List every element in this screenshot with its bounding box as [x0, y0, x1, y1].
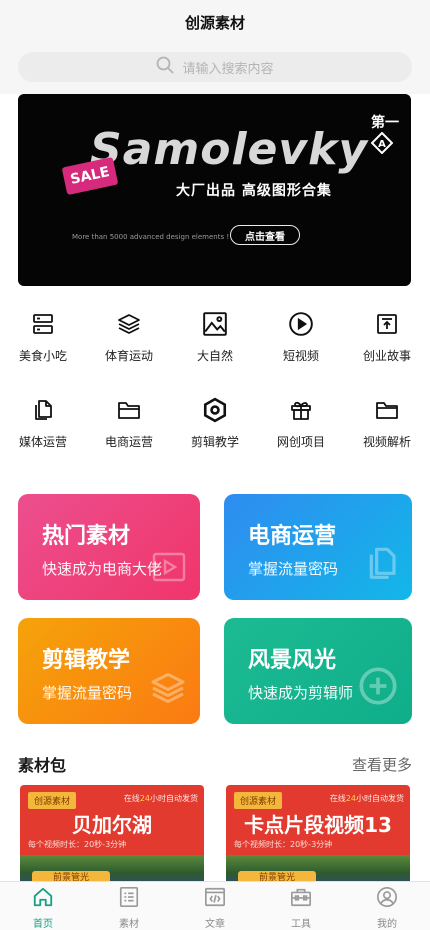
layers-icon: [150, 670, 186, 710]
pack-tag: 创源素材: [234, 792, 283, 809]
category-label: 大自然: [196, 349, 233, 363]
page-title: 创源素材: [184, 13, 245, 32]
category-label: 短视频: [282, 349, 319, 363]
online-prefix: 在线: [123, 794, 140, 803]
tab-label: 首页: [33, 919, 53, 930]
category-label: 体育运动: [104, 349, 153, 363]
pack-online: 在线24小时自动发货: [124, 793, 198, 804]
view-more-link[interactable]: 查看更多: [352, 754, 412, 775]
pack-card[interactable]: 创源素材 在线24小时自动发货 卡点片段视频13 每个视频时长：20秒-3分钟 …: [226, 785, 410, 885]
feature-card-scenery[interactable]: 风景风光 快速成为剪辑师: [224, 618, 412, 724]
category-item[interactable]: 剪辑教学: [172, 391, 258, 477]
section-header: 素材包 查看更多: [18, 752, 412, 776]
play-icon: [288, 305, 314, 343]
online-hours: 24: [345, 794, 356, 803]
feature-cards: 热门素材 快速成为电商大佬 电商运营 掌握流量密码 剪辑教学 掌握流量密码 风景…: [18, 494, 412, 724]
category-item[interactable]: 网创项目: [258, 391, 344, 477]
pack-online: 在线24小时自动发货: [330, 793, 404, 804]
online-suffix: 小时自动发货: [356, 794, 404, 803]
image-icon: [202, 305, 228, 343]
plus-circle-icon: [358, 666, 398, 710]
category-row: 美食小吃 体育运动 大自然 短视频 创业故事: [0, 305, 430, 391]
category-label: 剪辑教学: [190, 435, 239, 449]
pack-tag: 创源素材: [28, 792, 77, 809]
pack-title: 贝加尔湖: [72, 813, 152, 837]
search-input[interactable]: 请输入搜索内容: [18, 52, 412, 82]
upload-icon: [375, 305, 399, 343]
banner-tagline: More than 5000 advanced design elements …: [72, 233, 230, 241]
category-label: 媒体运营: [18, 435, 67, 449]
video-frame-icon: [152, 552, 186, 586]
tab-materials[interactable]: 素材: [86, 882, 172, 930]
banner-first-badge: 第一: [371, 115, 399, 131]
tab-profile[interactable]: 我的: [344, 882, 430, 930]
code-icon: [204, 886, 226, 912]
tab-label: 我的: [377, 919, 397, 930]
tab-home[interactable]: 首页: [0, 882, 86, 930]
banner-subtitle: 大厂出品 高级图形合集: [176, 183, 332, 199]
home-icon: [32, 886, 54, 912]
tab-label: 工具: [291, 919, 311, 930]
sale-badge: SALE: [61, 156, 119, 196]
category-grid: 美食小吃 体育运动 大自然 短视频 创业故事 媒体运营 电商运营 剪辑教学 网创…: [0, 305, 430, 477]
category-item[interactable]: 创业故事: [344, 305, 430, 391]
category-label: 网创项目: [276, 435, 325, 449]
folder-icon: [117, 391, 141, 429]
folder-open-icon: [375, 391, 399, 429]
banner-cta-button[interactable]: 点击查看: [230, 225, 300, 245]
card-title: 热门素材: [42, 524, 131, 549]
material-packs: 创源素材 在线24小时自动发货 贝加尔湖 每个视频时长：20秒-3分钟 前景管光…: [20, 785, 410, 885]
gift-icon: [289, 391, 313, 429]
online-suffix: 小时自动发货: [150, 794, 198, 803]
layout-icon: [31, 305, 55, 343]
category-item[interactable]: 体育运动: [86, 305, 172, 391]
pack-duration: 每个视频时长：20秒-3分钟: [234, 840, 333, 849]
category-item[interactable]: 电商运营: [86, 391, 172, 477]
search-placeholder: 请输入搜索内容: [182, 61, 274, 77]
category-item[interactable]: 美食小吃: [0, 305, 86, 391]
category-item[interactable]: 短视频: [258, 305, 344, 391]
user-icon: [376, 886, 398, 912]
pack-title: 卡点片段视频13: [244, 813, 392, 837]
tab-articles[interactable]: 文章: [172, 882, 258, 930]
toolbox-icon: [290, 886, 312, 912]
category-item[interactable]: 媒体运营: [0, 391, 86, 477]
category-item[interactable]: 视频解析: [344, 391, 430, 477]
search-icon: [156, 56, 174, 78]
pack-duration: 每个视频时长：20秒-3分钟: [28, 840, 127, 849]
file-copy-icon: [31, 391, 55, 429]
category-label: 美食小吃: [18, 349, 67, 363]
tab-label: 素材: [119, 919, 139, 930]
feature-card-editing[interactable]: 剪辑教学 掌握流量密码: [18, 618, 200, 724]
feature-card-ecommerce[interactable]: 电商运营 掌握流量密码: [224, 494, 412, 600]
category-row: 媒体运营 电商运营 剪辑教学 网创项目 视频解析: [0, 391, 430, 477]
rank-icon: A: [371, 132, 393, 154]
pack-card[interactable]: 创源素材 在线24小时自动发货 贝加尔湖 每个视频时长：20秒-3分钟 前景管光: [20, 785, 204, 885]
list-document-icon: [118, 886, 140, 912]
hexagon-icon: [202, 391, 228, 429]
category-label: 视频解析: [362, 435, 411, 449]
app-header: 创源素材: [0, 0, 430, 44]
file-copy-icon: [366, 546, 398, 586]
promo-banner[interactable]: 第一 A Samolevky SALE 大厂出品 高级图形合集 More tha…: [18, 94, 411, 286]
category-label: 创业故事: [362, 349, 411, 363]
category-item[interactable]: 大自然: [172, 305, 258, 391]
search-area: 请输入搜索内容: [0, 44, 430, 94]
section-title: 素材包: [18, 756, 67, 775]
layers-icon: [117, 305, 141, 343]
category-label: 电商运营: [104, 435, 153, 449]
online-hours: 24: [139, 794, 150, 803]
online-prefix: 在线: [329, 794, 346, 803]
tab-label: 文章: [205, 919, 225, 930]
tab-tools[interactable]: 工具: [258, 882, 344, 930]
feature-card-hot[interactable]: 热门素材 快速成为电商大佬: [18, 494, 200, 600]
bottom-tab-bar: 首页 素材 文章 工具 我的: [0, 881, 430, 930]
banner-brand: Samolevky: [90, 124, 369, 175]
svg-text:A: A: [378, 139, 386, 150]
